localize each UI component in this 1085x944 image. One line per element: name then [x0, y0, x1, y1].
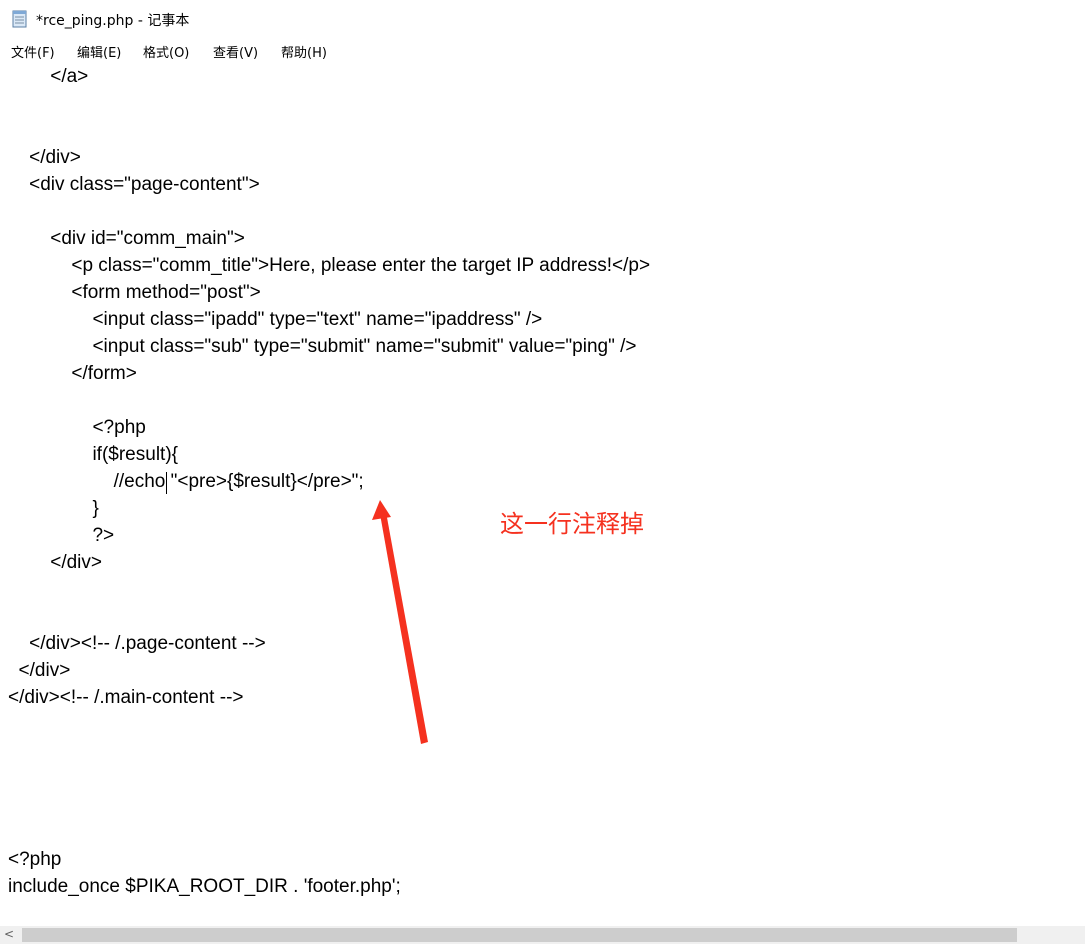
- menu-format[interactable]: 格式(O): [143, 42, 189, 61]
- menu-edit[interactable]: 编辑(E): [77, 42, 121, 61]
- menu-bar: 文件(F) 编辑(E) 格式(O) 查看(V) 帮助(H): [0, 38, 1085, 62]
- horizontal-scrollbar[interactable]: <: [0, 926, 1085, 944]
- scroll-left-arrow-icon[interactable]: <: [4, 927, 14, 941]
- notepad-icon: [12, 10, 27, 28]
- menu-view[interactable]: 查看(V): [213, 42, 258, 61]
- menu-help[interactable]: 帮助(H): [281, 42, 327, 61]
- annotation-text: 这一行注释掉: [500, 510, 644, 538]
- menu-file[interactable]: 文件(F): [11, 42, 55, 61]
- window-title: *rce_ping.php - 记事本: [36, 13, 190, 29]
- title-bar: *rce_ping.php - 记事本: [0, 0, 1085, 39]
- scrollbar-thumb[interactable]: [22, 928, 1017, 942]
- text-editor-area[interactable]: </a> </div> <div class="page-content"> <…: [0, 62, 1085, 926]
- annotation-arrow: [372, 500, 428, 744]
